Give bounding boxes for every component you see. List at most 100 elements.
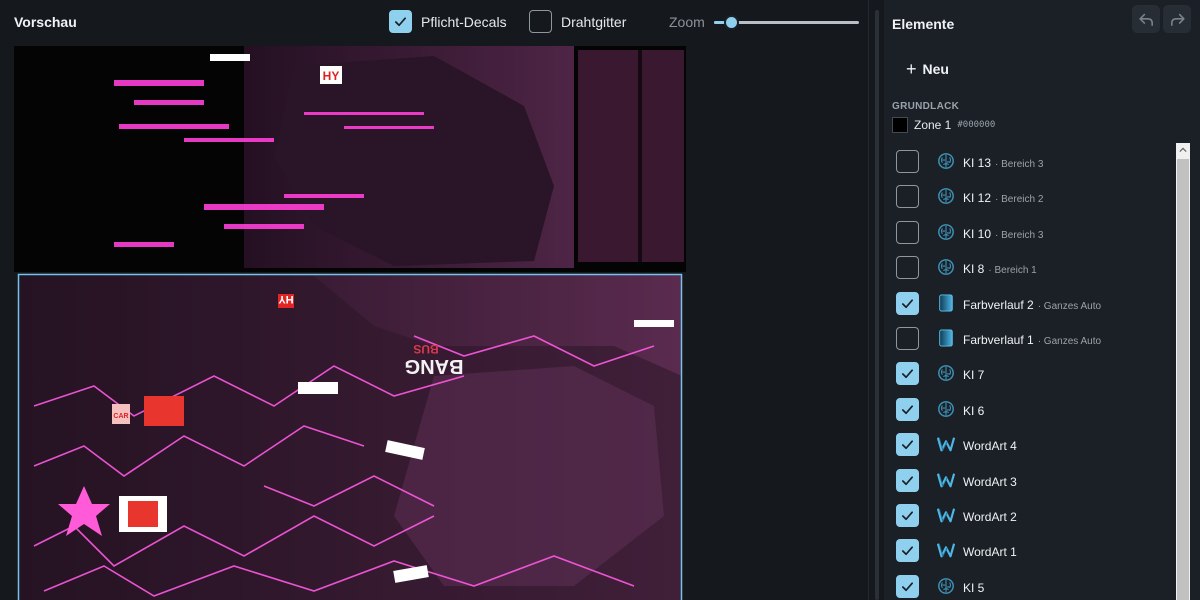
base-zone-hex: #000000 <box>957 120 996 130</box>
splitter[interactable] <box>868 0 884 600</box>
undo-icon <box>1138 13 1153 26</box>
element-name: KI 5 <box>963 580 985 595</box>
check-icon <box>901 582 914 591</box>
element-scope: · Bereich 1 <box>988 265 1037 277</box>
wordart-icon <box>937 435 955 453</box>
wireframe-checkbox[interactable] <box>529 10 552 33</box>
element-scope: · Bereich 2 <box>995 194 1044 206</box>
splitter-handle[interactable] <box>875 10 879 600</box>
element-visibility-checkbox[interactable] <box>896 220 919 244</box>
element-row[interactable]: Farbverlauf 2 · Ganzes Auto <box>884 285 1184 320</box>
element-name: WordArt 3 <box>963 474 1017 489</box>
element-name: KI 10 <box>963 226 992 241</box>
element-row-text: Farbverlauf 1 · Ganzes Auto <box>963 331 1101 349</box>
element-row[interactable]: KI 10 · Bereich 3 <box>884 214 1184 249</box>
new-element-label: Neu <box>922 61 949 77</box>
element-list-scrollbar[interactable] <box>1176 143 1190 600</box>
element-visibility-checkbox[interactable] <box>896 362 919 386</box>
element-row[interactable]: KI 13 · Bereich 3 <box>884 143 1184 178</box>
decal-hy-bottom: HY <box>278 293 294 305</box>
check-icon <box>901 440 914 450</box>
element-row-text: WordArt 2 <box>963 508 1017 526</box>
base-paint-section-label: GRUNDLACK <box>892 101 960 112</box>
element-name: WordArt 4 <box>963 439 1017 454</box>
element-row[interactable]: WordArt 3 <box>884 462 1184 497</box>
element-row[interactable]: KI 8 · Bereich 1 <box>884 249 1184 284</box>
scroll-up-arrow[interactable] <box>1176 143 1190 157</box>
check-icon <box>901 546 914 556</box>
element-visibility-checkbox[interactable] <box>896 185 919 209</box>
elements-title: Elemente <box>892 16 955 32</box>
preview-pane: Vorschau Pflicht-Decals Drahtgitter Zoom <box>0 0 868 600</box>
element-row-text: WordArt 3 <box>963 473 1017 491</box>
element-row[interactable]: KI 6 <box>884 391 1184 426</box>
brain-icon <box>937 577 955 595</box>
sponsor-sticker-3 <box>298 382 338 394</box>
decal-car: CAR <box>113 413 128 420</box>
scroll-thumb[interactable] <box>1177 159 1189 600</box>
base-color-swatch[interactable] <box>892 117 908 133</box>
element-row[interactable]: WordArt 1 <box>884 532 1184 567</box>
number-board-inner <box>128 501 158 527</box>
element-visibility-checkbox[interactable] <box>896 397 919 421</box>
undo-button[interactable] <box>1132 5 1160 33</box>
decal-bus: BUS <box>413 342 438 356</box>
brain-icon <box>937 223 955 241</box>
mandatory-decals-label[interactable]: Pflicht-Decals <box>421 14 507 30</box>
brain-icon <box>937 187 955 205</box>
elements-panel: Elemente + Neu GRUNDLACK Zone 1 #000000 … <box>884 0 1200 600</box>
element-visibility-checkbox[interactable] <box>896 433 919 457</box>
zoom-slider[interactable] <box>714 15 859 30</box>
wireframe-label[interactable]: Drahtgitter <box>561 14 626 30</box>
new-element-button[interactable]: + Neu <box>906 58 949 80</box>
brain-icon <box>937 258 955 276</box>
element-name: KI 12 <box>963 191 992 206</box>
sponsor-strip-bottom <box>634 320 674 327</box>
element-visibility-checkbox[interactable] <box>896 468 919 492</box>
sponsor-strip-top <box>210 54 250 61</box>
element-row[interactable]: KI 5 <box>884 568 1184 600</box>
element-row[interactable]: KI 7 <box>884 355 1184 390</box>
element-visibility-checkbox[interactable] <box>896 539 919 563</box>
zoom-label: Zoom <box>669 14 705 30</box>
red-panel-decal <box>144 396 184 426</box>
element-row[interactable]: Farbverlauf 1 · Ganzes Auto <box>884 320 1184 355</box>
element-name: Farbverlauf 1 <box>963 333 1034 347</box>
element-row-text: KI 7 <box>963 366 984 384</box>
livery-texture-svg: HY CAR HY BANG BUS <box>14 46 686 600</box>
element-visibility-checkbox[interactable] <box>896 504 919 527</box>
check-icon <box>901 369 914 379</box>
element-row-text: WordArt 1 <box>963 543 1017 561</box>
element-name: Farbverlauf 2 <box>963 297 1034 312</box>
element-row-text: KI 12 · Bereich 2 <box>963 189 1043 207</box>
check-icon <box>901 511 914 521</box>
gradient-icon <box>937 329 955 347</box>
redo-button[interactable] <box>1163 5 1191 33</box>
wordart-icon <box>937 471 955 489</box>
element-visibility-checkbox[interactable] <box>896 256 919 280</box>
livery-editor: Vorschau Pflicht-Decals Drahtgitter Zoom <box>0 0 1200 600</box>
element-scope: · Ganzes Auto <box>1037 336 1102 347</box>
zoom-slider-thumb[interactable] <box>724 15 740 30</box>
element-row-text: KI 5 <box>963 579 984 597</box>
element-visibility-checkbox[interactable] <box>896 150 919 173</box>
base-paint-zone[interactable]: Zone 1 #000000 <box>892 117 995 133</box>
check-icon <box>901 298 914 308</box>
decal-bang: BANG <box>405 355 464 377</box>
element-row-text: WordArt 4 <box>963 437 1017 455</box>
element-scope: · Bereich 3 <box>995 159 1044 170</box>
element-row[interactable]: WordArt 4 <box>884 426 1184 461</box>
plus-icon: + <box>906 59 917 79</box>
element-visibility-checkbox[interactable] <box>896 327 919 350</box>
element-row-text: KI 8 · Bereich 1 <box>963 260 1037 278</box>
wordart-icon <box>937 541 955 559</box>
mandatory-decals-checkbox[interactable] <box>389 10 412 33</box>
upper-side-panel <box>578 50 684 262</box>
element-row-text: KI 10 · Bereich 3 <box>963 225 1043 243</box>
element-row[interactable]: WordArt 2 <box>884 497 1184 532</box>
element-visibility-checkbox[interactable] <box>896 574 919 598</box>
element-visibility-checkbox[interactable] <box>896 291 919 315</box>
element-row[interactable]: KI 12 · Bereich 2 <box>884 178 1184 213</box>
preview-canvas[interactable]: HY CAR HY BANG BUS <box>14 46 868 600</box>
wordart-icon <box>937 506 955 524</box>
